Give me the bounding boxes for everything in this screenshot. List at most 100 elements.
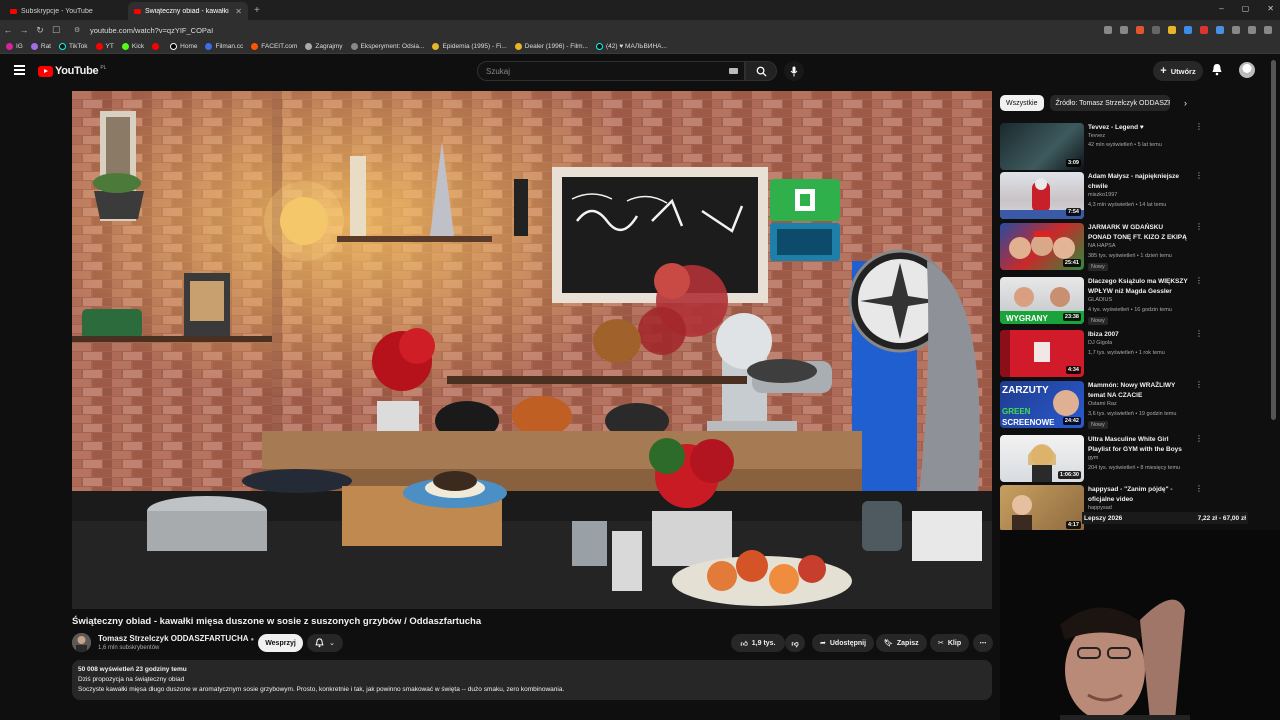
channel-name[interactable]: Tomasz Strzelczyk ODDASZFARTUCHA ●	[98, 634, 254, 643]
recommended-video[interactable]: 4:17 happysad - "Zanim pójdę" - oficjaln…	[1000, 485, 1203, 533]
cast-icon[interactable]	[1104, 26, 1112, 34]
bookmark-item[interactable]: Eksperyment: Odsia...	[350, 43, 424, 50]
bell-icon	[315, 638, 324, 648]
keyboard-icon[interactable]	[729, 68, 738, 74]
bookmark-item[interactable]: Rat	[30, 43, 51, 50]
video-thumbnail[interactable]: 3:09	[1000, 123, 1084, 170]
video-player[interactable]	[72, 91, 992, 609]
create-button[interactable]: + Utwórz	[1153, 61, 1203, 81]
support-button[interactable]: Wesprzyj	[258, 634, 303, 652]
more-vertical-icon[interactable]: ⋮	[1195, 435, 1203, 443]
url-field[interactable]: ⚙ youtube.com/watch?v=qzYIF_COPaI	[74, 22, 1074, 38]
more-vertical-icon[interactable]: ⋮	[1195, 381, 1203, 389]
page-scrollbar[interactable]	[1271, 60, 1276, 420]
address-bar: ← → ↻ ☐ ⚙ youtube.com/watch?v=qzYIF_COPa…	[0, 20, 1280, 40]
recommended-video[interactable]: 1:06:30 Ultra Masculine White Girl Playl…	[1000, 435, 1203, 483]
url-text: youtube.com/watch?v=qzYIF_COPaI	[90, 25, 214, 35]
clip-button[interactable]: ✂ Klip	[930, 634, 970, 652]
window-controls: – ▢ ✕	[1219, 4, 1274, 13]
view-count-and-date: 50 008 wyświetleń 23 godziny temu	[78, 666, 187, 673]
bookmark-item[interactable]: Epidemia (1995) - Fi...	[432, 43, 507, 50]
browser-tab[interactable]: Subskrypcje - YouTube	[4, 2, 124, 20]
chip-from-channel[interactable]: Źródło: Tomasz Strzelczyk ODDASZFARTUCHA	[1049, 95, 1170, 111]
recommended-video[interactable]: 7:54 Adam Małysz - najpiękniejsze chwile…	[1000, 172, 1203, 220]
bookmark-item[interactable]: YT	[95, 43, 114, 50]
video-thumbnail[interactable]: 4:17	[1000, 485, 1084, 532]
like-button[interactable]: 👍︎ 1,9 tys.	[731, 634, 785, 652]
search-input[interactable]: Szukaj	[477, 61, 745, 81]
voice-search-button[interactable]	[784, 61, 804, 81]
brave-shield-icon[interactable]	[1136, 26, 1144, 34]
share-icon[interactable]	[1120, 26, 1128, 34]
forward-icon[interactable]: →	[16, 25, 32, 35]
back-icon[interactable]: ←	[0, 25, 16, 35]
menu-icon[interactable]	[1264, 26, 1272, 34]
account-avatar[interactable]	[1239, 62, 1255, 78]
minimize-icon[interactable]: –	[1219, 4, 1223, 13]
recommended-video[interactable]: WYGRANY 23:38 Dlaczego Książulo ma WIĘKS…	[1000, 277, 1203, 325]
share-button[interactable]: ➦ Udostępnij	[812, 634, 875, 652]
bookmark-item[interactable]: Zagrajmy	[305, 43, 343, 50]
video-thumbnail[interactable]: ZARZUTY GREEN SCREENOWE 24:42	[1000, 381, 1084, 428]
bookmark-item[interactable]	[152, 43, 162, 50]
reload-icon[interactable]: ↻	[32, 25, 48, 36]
more-vertical-icon[interactable]: ⋮	[1195, 123, 1203, 131]
bookmark-item[interactable]: FACEIT.com	[251, 43, 297, 50]
maximize-icon[interactable]: ▢	[1242, 4, 1250, 13]
bookmark-item[interactable]: Dealer (1996) - Film...	[514, 43, 588, 50]
bookmark-item[interactable]: TikTok	[59, 43, 88, 50]
more-vertical-icon[interactable]: ⋮	[1195, 172, 1203, 180]
puzzle-icon[interactable]	[1232, 26, 1240, 34]
search-button[interactable]	[745, 61, 777, 81]
bookmark-item[interactable]: IG	[6, 43, 23, 50]
close-tab-icon[interactable]: ✕	[235, 7, 242, 16]
shopping-overlay[interactable]: Lepszy 2026 7,22 zł - 67,00 zł	[1082, 512, 1248, 524]
video-thumbnail[interactable]: 1:06:30	[1000, 435, 1084, 482]
youtube-logo[interactable]: YouTube PL	[38, 65, 106, 77]
extension-icon[interactable]	[1184, 26, 1192, 34]
browser-tab-active[interactable]: Świąteczny obiad - kawałki m ✕	[128, 2, 248, 20]
notifications-bell-icon[interactable]	[1211, 63, 1223, 81]
new-tab-button[interactable]: +	[254, 2, 260, 20]
more-actions-button[interactable]: ⋯	[973, 634, 993, 652]
chevron-right-icon[interactable]: ›	[1184, 98, 1187, 108]
site-info-icon[interactable]: ⚙	[74, 26, 84, 34]
webcam-image	[1000, 530, 1280, 720]
x-icon	[170, 43, 178, 50]
hamburger-menu-icon[interactable]	[14, 65, 25, 77]
more-vertical-icon[interactable]: ⋮	[1195, 223, 1203, 231]
bookmark-item[interactable]: Home	[170, 43, 197, 50]
channel-avatar[interactable]	[72, 633, 91, 652]
extension-icon[interactable]	[1200, 26, 1208, 34]
description-box[interactable]: 50 008 wyświetleń 23 godziny temu Dziś p…	[72, 660, 992, 700]
bookmark-icon[interactable]: ☐	[48, 25, 64, 36]
extension-icon[interactable]	[1152, 26, 1160, 34]
more-vertical-icon[interactable]: ⋮	[1195, 277, 1203, 285]
more-vertical-icon[interactable]: ⋮	[1195, 330, 1203, 338]
share-arrow-icon: ➦	[820, 640, 826, 647]
subscription-bell-button[interactable]: ⌄	[307, 634, 343, 652]
bookmark-item[interactable]: Kick	[121, 43, 144, 50]
extension-icon[interactable]	[1216, 26, 1224, 34]
bookmarks-bar: IG Rat TikTok YT Kick Home Filman.cc FAC…	[0, 40, 1280, 54]
recommended-video[interactable]: 25:41 JARMARK W GDAŃSKU PONAD TONĘ FT. K…	[1000, 223, 1203, 271]
close-window-icon[interactable]: ✕	[1267, 4, 1274, 13]
youtube-favicon-icon	[10, 8, 17, 14]
recommended-video[interactable]: 3:09 Tevvez - Legend ♥ Tevvez 42 mln wyś…	[1000, 123, 1203, 171]
video-thumbnail[interactable]: WYGRANY 23:38	[1000, 277, 1084, 324]
video-thumbnail[interactable]: 25:41	[1000, 223, 1084, 270]
dislike-button[interactable]: 👎︎	[785, 634, 805, 652]
video-thumbnail[interactable]: 4:34	[1000, 330, 1084, 377]
bookmark-item[interactable]: Filman.cc	[205, 43, 243, 50]
recommended-video[interactable]: ZARZUTY GREEN SCREENOWE 24:42 Mammón: Nowy…	[1000, 381, 1203, 429]
save-button[interactable]: 🔖︎ Zapisz	[876, 634, 927, 652]
recommended-video[interactable]: 4:34 Ibiza 2007 DJ Gigola 1,7 tys. wyświ…	[1000, 330, 1203, 378]
more-vertical-icon[interactable]: ⋮	[1195, 485, 1203, 493]
extension-icon[interactable]	[1168, 26, 1176, 34]
chip-all[interactable]: Wszystkie	[1000, 95, 1044, 111]
download-icon[interactable]	[1248, 26, 1256, 34]
bookmark-item[interactable]: (42) ♥ МАЛЬВИНА...	[596, 43, 667, 50]
video-thumbnail[interactable]: 7:54	[1000, 172, 1084, 219]
youtube-play-icon	[38, 65, 53, 77]
rat-icon	[30, 43, 38, 50]
